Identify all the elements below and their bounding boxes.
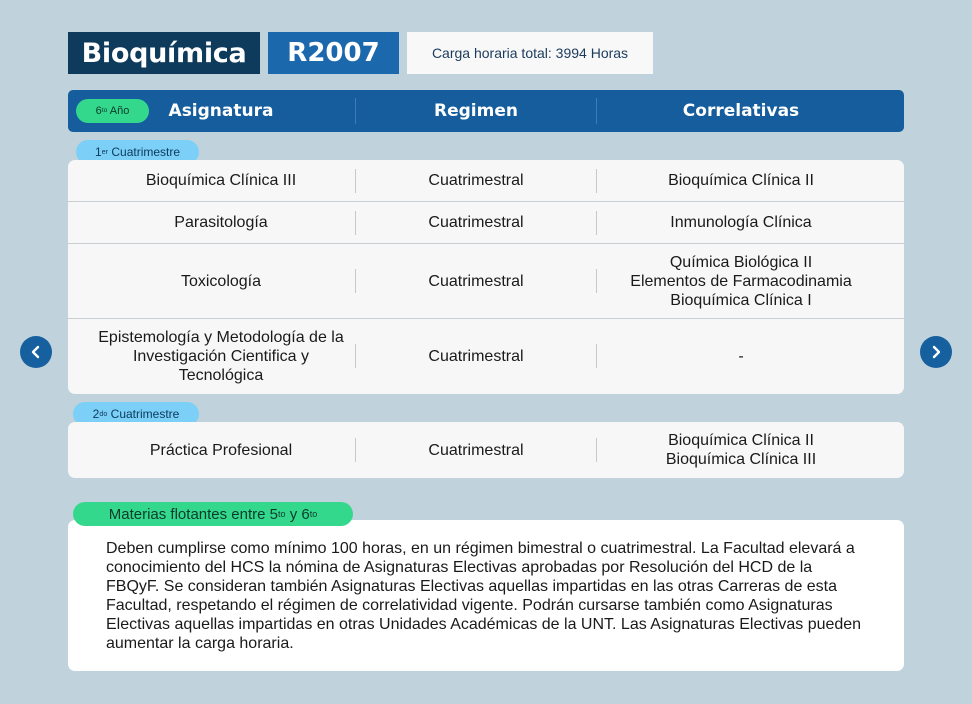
subject-cell: Bioquímica Clínica III	[145, 172, 297, 189]
regime-cell: Cuatrimestral	[428, 272, 524, 290]
cell-divider	[596, 438, 597, 462]
regime-cell: Cuatrimestral	[428, 441, 524, 459]
year-number: 6	[95, 105, 102, 117]
cell-divider	[596, 169, 597, 193]
table-header: 6 to Año Asignatura Regimen Correlativas	[68, 90, 904, 132]
semester-1-number: 1	[94, 145, 102, 159]
col-header-correlatives: Correlativas	[682, 101, 800, 121]
subject-cell: Parasitología	[174, 214, 268, 231]
regime-cell: Cuatrimestral	[428, 172, 524, 189]
subject-cell: Práctica Profesional	[149, 441, 293, 459]
col-header-regime: Regimen	[434, 101, 518, 121]
chevron-left-icon	[31, 345, 40, 359]
regime-cell: Cuatrimestral	[428, 348, 524, 365]
col-header-subject: Asignatura	[168, 101, 274, 121]
table-row: Práctica Profesional Cuatrimestral Bioqu…	[68, 422, 904, 478]
chevron-right-icon	[932, 345, 941, 359]
subject-cell: Epistemología y Metodología de la Invest…	[98, 329, 344, 384]
table-row: Parasitología Cuatrimestral Inmunología …	[68, 202, 904, 244]
career-title: Bioquímica	[68, 32, 260, 74]
floating-label-prefix: Materias flotantes entre 5	[108, 505, 279, 523]
cell-divider	[596, 269, 597, 293]
year-suffix: Año	[107, 105, 130, 117]
semester-1-suffix: Cuatrimestre	[108, 145, 181, 159]
prev-button[interactable]	[20, 336, 52, 368]
semester-1-table: Bioquímica Clínica III Cuatrimestral Bio…	[68, 160, 904, 394]
semester-2-table: Práctica Profesional Cuatrimestral Bioqu…	[68, 422, 904, 478]
table-row: Epistemología y Metodología de la Invest…	[68, 319, 904, 394]
cell-divider	[596, 344, 597, 368]
correlatives-cell: Química Biológica II Elementos de Farmac…	[630, 253, 852, 309]
year-badge: 6 to Año	[76, 99, 149, 123]
cell-divider	[596, 211, 597, 235]
semester-2-suffix: Cuatrimestre	[107, 407, 180, 421]
correlatives-cell: Bioquímica Clínica II	[668, 172, 814, 189]
next-button[interactable]	[920, 336, 952, 368]
table-row: Bioquímica Clínica III Cuatrimestral Bio…	[68, 160, 904, 202]
floating-subjects-description: Deben cumplirse como mínimo 100 horas, e…	[68, 520, 904, 671]
correlatives-cell: Bioquímica Clínica II Bioquímica Clínica…	[665, 432, 817, 468]
header-divider	[596, 98, 597, 124]
correlatives-cell: -	[738, 348, 744, 365]
plan-code: R2007	[268, 32, 399, 74]
floating-label-mid: y 6	[285, 505, 310, 523]
subject-cell: Toxicología	[180, 272, 262, 290]
correlatives-cell: Inmunología Clínica	[670, 214, 812, 231]
total-hours: Carga horaria total: 3994 Horas	[407, 32, 653, 74]
semester-2-number: 2	[92, 407, 100, 421]
regime-cell: Cuatrimestral	[428, 214, 524, 231]
floating-subjects-badge: Materias flotantes entre 5 to y 6 to	[73, 502, 353, 526]
table-row: Toxicología Cuatrimestral Química Biológ…	[68, 244, 904, 319]
